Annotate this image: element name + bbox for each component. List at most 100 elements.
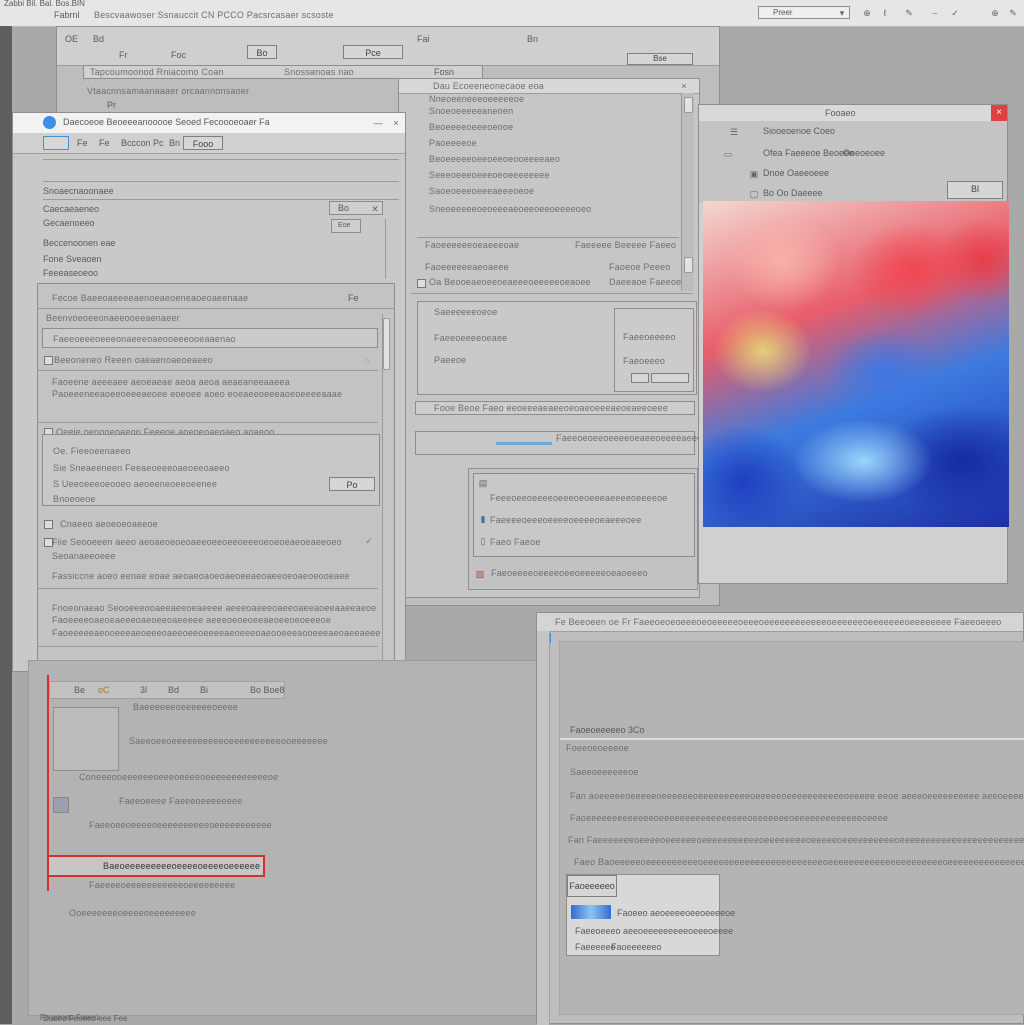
settings-small-field[interactable]: Eoe (331, 219, 361, 233)
toolbar-item-1[interactable]: Bd (93, 33, 104, 45)
info-icon[interactable]: ◌ (362, 356, 372, 366)
address-bar[interactable]: Tapcoumoonod Rniacomo Coan Snossanoas na… (83, 65, 483, 79)
small-last: Faeoeeeeoeeeeoeeoeeeeeoeaoeeeo (491, 568, 648, 578)
right-document-window: Fe Beeoeen oe Fr Faeeoeoeoeeeoeoeeeeeoee… (536, 612, 1024, 1025)
link-icon[interactable]: ℓ (880, 8, 890, 18)
option2-label[interactable]: Fassiccne aoeo eenae eoae aeoaeoaoeoaeoe… (52, 570, 350, 582)
subpanel-input[interactable]: Faeeoeeeoeeeonaeeeoaeooeeeooeaaenao (42, 328, 378, 348)
settings-tab[interactable]: Fe (99, 137, 110, 149)
popup-item[interactable]: Faoeeeeeeo (611, 941, 662, 953)
list-item[interactable]: Saoeoeeeoeeeaeeeoeoe (429, 185, 534, 197)
settings-toolbar: Fe Fe Bcccon Pc Bn Fooo (13, 133, 405, 154)
option2-label[interactable]: Seoanaeeoeee (52, 550, 115, 562)
list-scrollbar[interactable] (681, 93, 694, 291)
small-panel: ▤ Feeeoeeoeeeeoeeeoeoeeeaeeeeoeeeeoe ▮ F… (468, 468, 698, 590)
popup-item[interactable]: Faeeeeeo (575, 941, 616, 953)
menu-item[interactable]: Bo Oo Daeeee (763, 187, 823, 199)
top-title-bar: Zabbi Bil. Bal. Bos.BIN Fabrnl Bescvaawo… (0, 0, 1024, 27)
option-label[interactable]: Bnoeoeoe (53, 493, 96, 505)
list-search-row[interactable]: Fooe Beoe Faeo eeoeeeaeaeeoeoaeoeeeaeoea… (415, 401, 695, 415)
settings-tab[interactable]: Fe (77, 137, 88, 149)
settings-scrollbar[interactable] (385, 219, 394, 279)
option-label[interactable]: Sie Sneaeeneen Feeaeoeeeoaeoeeoaeeo (53, 462, 230, 474)
content-line: Faoeeeeeeeeeeeeeoeeeeeeeeeeeeeeeeeoeeeee… (570, 813, 889, 823)
sub-field-button-2[interactable] (651, 373, 689, 383)
list-item[interactable]: Paoeeeeoe (429, 137, 477, 149)
list-item[interactable]: Seeeoeeeoeeeoeoeeeeeeee (429, 169, 550, 181)
list-scroll-thumb[interactable] (684, 97, 693, 113)
sub-field-button[interactable] (631, 373, 649, 383)
menu-item[interactable]: Ofea Faeeeoe Beoeee (763, 147, 854, 159)
list-scroll-thumb-2[interactable] (684, 257, 693, 273)
content-line: Fan aoeeeeeoeeeeeoeeeeeeoeeeeeeeeeeoeeee… (570, 791, 1024, 801)
toolbar-button-8[interactable]: Bse (627, 53, 693, 65)
list-row-a-left[interactable]: Faoeeeeeeoeaeeeoae (425, 239, 519, 251)
list-window-titlebar: Dau Ecoeeneonecaoe eoa × (399, 79, 699, 94)
viewer-button[interactable]: Bl (947, 181, 1003, 199)
row-c-checkbox[interactable] (417, 279, 426, 288)
lower-toolbar-item[interactable]: oC (98, 684, 110, 696)
toolbar-button-active[interactable] (43, 136, 69, 150)
list-row-c-left[interactable]: Oa Beooeaeoeeoeaeeeoeeeeeoeaoee (429, 276, 591, 288)
subpanel-scroll-thumb[interactable] (383, 318, 390, 370)
toolbar-item-6[interactable]: Fai (417, 33, 430, 45)
tick-icon[interactable]: ✓ (950, 8, 960, 18)
list-item[interactable]: Nneoeeneeeoeeeeeoe (429, 93, 524, 105)
list-item[interactable]: Snoeoeeeeeaneoen (429, 105, 513, 117)
list-item[interactable]: Sneoeeeeeoeoeeeaeoeeoeeoeeeeoeo (429, 203, 591, 215)
sub-field[interactable]: Faeeoeeeeo Faeoeeeo (614, 308, 694, 392)
close-button[interactable]: × (991, 105, 1007, 121)
option2-checkbox[interactable] (44, 520, 53, 529)
settings-tab[interactable]: Pc (153, 137, 164, 149)
options-box: Oe. Fieeoeenaeeo Sie Sneaeeneen Feeaeoee… (42, 434, 380, 506)
option-value-field[interactable]: Po (329, 477, 375, 491)
lower-toolbar-item[interactable]: 3l (140, 684, 147, 696)
option-label[interactable]: Oe. Fieeoeenaeeo (53, 445, 131, 457)
toolbar-item-7[interactable]: Bn (527, 33, 538, 45)
lower-toolbar-item[interactable]: Bi (200, 684, 208, 696)
pen-icon[interactable]: ✎ (904, 8, 914, 18)
list-row-b-left[interactable]: Faoeeeeeeaeoaeee (425, 261, 509, 273)
close-icon[interactable]: × (679, 81, 689, 91)
dropdown-icon[interactable]: ✕ (370, 204, 380, 214)
popup-item[interactable]: Faoeeo aeoeeeeoeeoeeeeoe (617, 907, 735, 919)
search-icon[interactable]: ⊕ (990, 8, 1000, 18)
minimize-icon[interactable]: — (373, 118, 383, 128)
list-item[interactable]: Beoeeeeeoeeoeeoeooeeeeaeo (429, 153, 560, 165)
zoom-icon[interactable]: ⊕ (862, 8, 872, 18)
lower-toolbar-item[interactable]: Bo Boe8 (250, 684, 285, 696)
back-line-1: Vtaacnnsamaanaaaer orcaannonsaoer (87, 86, 250, 96)
lower-row: Baeeeeeeoeeeeeeoeeee (133, 702, 239, 712)
settings-tab[interactable]: Bcccon (121, 137, 151, 149)
close-icon[interactable]: × (391, 118, 401, 128)
toolbar-button-5[interactable]: Pce (343, 45, 403, 59)
option2-label[interactable]: Fiie Seooeeen aeeo aeoaeoeoeoaeeoeeoeeoe… (52, 536, 342, 548)
toolbar-item-3[interactable]: Foc (171, 49, 186, 61)
popup-item[interactable]: Faeeoeeeo aeeoeeeeeeeeeoeeeoeeee (575, 925, 733, 937)
settings-title: Daecoeoe Beoeeeanooooe Seoed Fecoooeoaer… (63, 117, 270, 127)
file-menu[interactable]: Fabrnl (54, 9, 80, 21)
option-label[interactable]: S Ueeoeeeoeooeo aeoeeneoeeoeenee (53, 478, 217, 490)
settings-spinner[interactable]: Bo ✕ (329, 201, 383, 215)
arrow-icon[interactable]: ⌣ (930, 8, 940, 18)
toolbar-item-2[interactable]: Fr (119, 49, 128, 61)
edit-icon[interactable]: ✎ (1008, 8, 1018, 18)
option2-label[interactable]: Cnaeeo aeoeoeoaeeoe (60, 518, 158, 530)
lower-bottom-text: Ooeeeeeeeoeeeeoeeeeeeeee (69, 908, 196, 918)
address-text-2: Snossanoas nao (284, 67, 354, 77)
lower-toolbar-item[interactable]: Be (74, 684, 85, 696)
menu-item[interactable]: Siooeoenoe Coeo (763, 125, 835, 137)
popup-tab[interactable]: Faoeeeeeo (567, 875, 617, 897)
subpanel-checkbox[interactable] (44, 356, 53, 365)
toolbar-item-0[interactable]: OE (65, 33, 78, 45)
list-item[interactable]: Beoeeeeoeeeoeooe (429, 121, 513, 133)
lower-toolbar-item[interactable]: Bd (168, 684, 179, 696)
highlighted-row[interactable]: Baeoeeeeeeeeeoeeeeoeeeeoeeeeee (47, 855, 265, 877)
toolbar-button-4[interactable]: Bo (247, 45, 277, 59)
list-subpanel: Saeeeeeeoeoe Faeeoeeeeoeaee Paeeoe Faeeo… (417, 301, 697, 395)
settings-row-label: Feeeaseoeoo (43, 268, 99, 278)
menu-item[interactable]: Dnoe Oaeeoeee (763, 167, 829, 179)
settings-tab[interactable]: Bn (169, 137, 180, 149)
view-select[interactable]: Preer ▾ (758, 6, 850, 19)
settings-tab-box[interactable]: Fooo (183, 136, 223, 150)
